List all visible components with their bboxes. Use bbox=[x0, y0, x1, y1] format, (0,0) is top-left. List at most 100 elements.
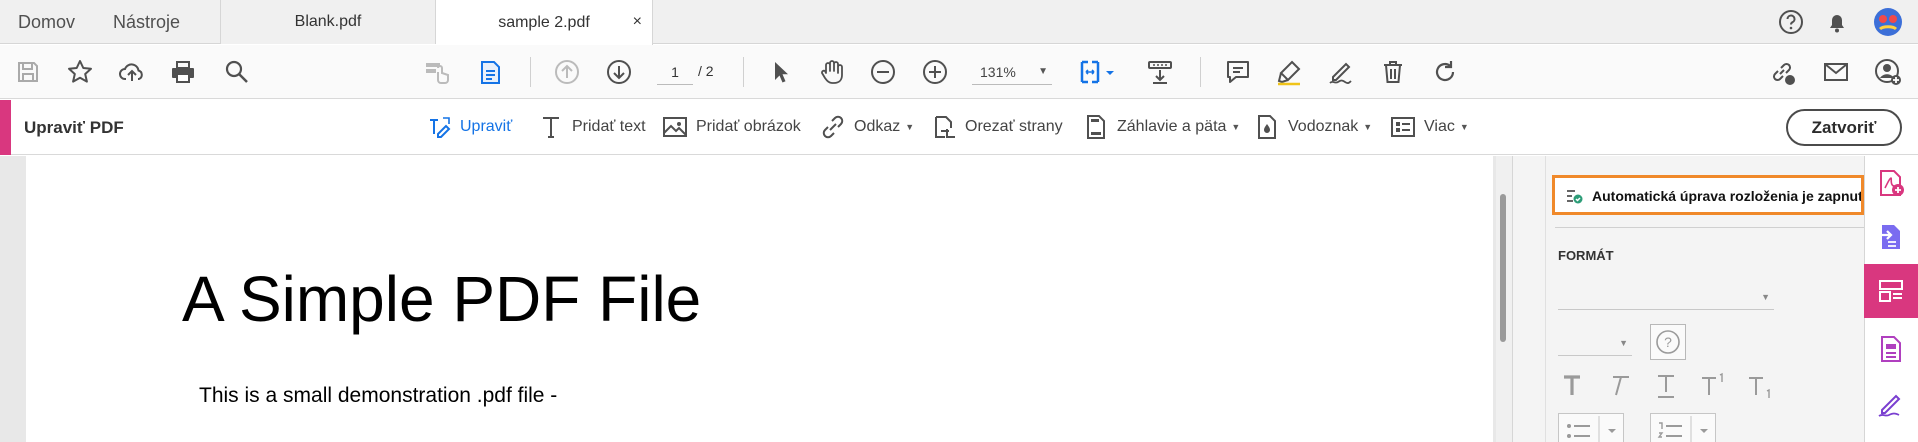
fill-sign-icon[interactable] bbox=[1864, 376, 1918, 430]
add-text-label: Pridať text bbox=[572, 118, 646, 135]
zoom-level: 131% bbox=[980, 64, 1016, 80]
numbered-list-button[interactable] bbox=[1650, 413, 1716, 442]
help-icon[interactable] bbox=[1778, 9, 1804, 40]
auto-layout-label: Automatická úprava rozloženia je zapnutá bbox=[1592, 188, 1864, 204]
format-help-button[interactable]: ? bbox=[1650, 324, 1686, 360]
fit-width-icon[interactable] bbox=[1078, 58, 1118, 86]
header-footer-button[interactable]: Záhlavie a päta ▼ bbox=[1083, 114, 1240, 140]
main-toolbar: / 2 131% ▼ bbox=[0, 45, 1918, 99]
chevron-down-icon: ▼ bbox=[1459, 122, 1469, 132]
font-family-select[interactable]: ▼ bbox=[1558, 284, 1774, 310]
select-cursor-icon[interactable] bbox=[766, 58, 794, 86]
highlight-icon[interactable] bbox=[1275, 58, 1303, 86]
document-paragraph[interactable]: This is a small demonstration .pdf file … bbox=[199, 384, 557, 408]
star-icon[interactable] bbox=[66, 58, 94, 86]
watermark-button[interactable]: Vodoznak ▼ bbox=[1254, 114, 1372, 140]
avatar[interactable] bbox=[1873, 7, 1903, 42]
edit-tool-button[interactable]: Upraviť bbox=[426, 114, 512, 140]
close-edit-button[interactable]: Zatvoriť bbox=[1786, 109, 1902, 146]
edit-tool-label: Upraviť bbox=[460, 118, 513, 135]
zoom-in-icon[interactable] bbox=[921, 58, 949, 86]
crop-pages-label: Orezať strany bbox=[965, 118, 1063, 135]
sign-icon[interactable] bbox=[1327, 58, 1355, 86]
format-heading: FORMÁT bbox=[1558, 248, 1614, 263]
rotate-icon[interactable] bbox=[1431, 58, 1459, 86]
trash-icon[interactable] bbox=[1379, 58, 1407, 86]
chevron-down-icon: ▼ bbox=[1363, 122, 1373, 132]
nav-tools[interactable]: Nástroje bbox=[113, 12, 180, 33]
toolbar-divider bbox=[743, 57, 744, 87]
previous-page-icon[interactable] bbox=[553, 58, 581, 86]
edit-pdf-bar: Upraviť PDF Upraviť Pridať text Pridať o… bbox=[0, 100, 1918, 155]
more-button[interactable]: Viac ▼ bbox=[1390, 114, 1469, 140]
toolbar-divider bbox=[530, 57, 531, 87]
add-text-button[interactable]: Pridať text bbox=[538, 114, 646, 140]
page-total: / 2 bbox=[698, 63, 714, 79]
add-image-button[interactable]: Pridať obrázok bbox=[662, 114, 801, 140]
tab-label: sample 2.pdf bbox=[498, 13, 590, 31]
scrollbar-thumb[interactable] bbox=[1500, 194, 1506, 342]
document-viewport[interactable]: A Simple PDF File This is a small demons… bbox=[0, 156, 1512, 442]
share-link-icon[interactable] bbox=[1768, 58, 1796, 86]
bell-icon[interactable] bbox=[1824, 9, 1850, 40]
vertical-scrollbar[interactable] bbox=[1496, 156, 1512, 442]
scroll-mode-icon[interactable] bbox=[1146, 58, 1174, 86]
link-button[interactable]: Odkaz ▼ bbox=[820, 114, 914, 140]
crop-pages-button[interactable]: Orezať strany bbox=[931, 114, 1063, 140]
chevron-down-icon: ▼ bbox=[1038, 66, 1048, 77]
watermark-icon bbox=[1258, 115, 1276, 139]
image-icon bbox=[663, 117, 687, 137]
zoom-out-icon[interactable] bbox=[869, 58, 897, 86]
tab-sample-2-pdf[interactable]: sample 2.pdf × bbox=[436, 0, 653, 45]
edit-pdf-icon[interactable] bbox=[1864, 264, 1918, 318]
crop-icon bbox=[935, 116, 955, 138]
add-user-icon[interactable] bbox=[1874, 58, 1902, 86]
zoom-level-dropdown[interactable]: 131% ▼ bbox=[972, 59, 1052, 85]
chevron-down-icon: ▼ bbox=[1619, 338, 1628, 348]
chevron-down-icon: ▼ bbox=[905, 122, 915, 132]
superscript-icon[interactable] bbox=[1699, 372, 1727, 400]
pdf-page[interactable]: A Simple PDF File This is a small demons… bbox=[26, 156, 1493, 442]
bold-icon[interactable] bbox=[1558, 372, 1586, 400]
underline-icon[interactable] bbox=[1652, 372, 1680, 400]
subscript-icon[interactable] bbox=[1746, 372, 1774, 400]
print-icon[interactable] bbox=[169, 58, 197, 86]
search-icon[interactable] bbox=[223, 58, 251, 86]
header-footer-label: Záhlavie a päta bbox=[1117, 118, 1227, 135]
tab-label: Blank.pdf bbox=[294, 13, 362, 30]
panel-divider bbox=[1555, 227, 1864, 228]
add-image-label: Pridať obrázok bbox=[696, 118, 801, 135]
chevron-down-icon: ▼ bbox=[1231, 122, 1241, 132]
compress-pdf-icon[interactable] bbox=[1864, 322, 1918, 376]
layout-check-icon bbox=[1567, 190, 1583, 204]
link-icon bbox=[822, 115, 844, 139]
watermark-label: Vodoznak bbox=[1288, 118, 1359, 135]
document-heading[interactable]: A Simple PDF File bbox=[182, 262, 701, 336]
chevron-down-icon: ▼ bbox=[1761, 292, 1770, 302]
header-footer-icon bbox=[1087, 115, 1105, 139]
page-number-input[interactable] bbox=[657, 59, 693, 85]
comment-icon[interactable] bbox=[1224, 58, 1252, 86]
create-pdf-icon[interactable] bbox=[1864, 156, 1918, 210]
more-icon bbox=[1391, 117, 1415, 137]
text-icon bbox=[543, 117, 559, 138]
accent-strip bbox=[0, 100, 11, 155]
touch-mode-icon[interactable] bbox=[423, 58, 451, 86]
hand-tool-icon[interactable] bbox=[818, 58, 846, 86]
edit-text-icon bbox=[430, 117, 451, 138]
email-icon[interactable] bbox=[1822, 58, 1850, 86]
cloud-upload-icon[interactable] bbox=[118, 58, 146, 86]
next-page-icon[interactable] bbox=[605, 58, 633, 86]
organize-pages-icon[interactable] bbox=[476, 58, 504, 86]
edit-pdf-title: Upraviť PDF bbox=[24, 118, 124, 137]
italic-icon[interactable] bbox=[1605, 372, 1633, 400]
save-icon[interactable] bbox=[14, 58, 42, 86]
export-pdf-icon[interactable] bbox=[1864, 210, 1918, 264]
tab-blank-pdf[interactable]: Blank.pdf bbox=[220, 0, 436, 44]
font-size-select[interactable]: ▼ bbox=[1558, 330, 1632, 356]
nav-home[interactable]: Domov bbox=[18, 12, 75, 33]
close-tab-icon[interactable]: × bbox=[633, 13, 642, 31]
toolbar-divider bbox=[1200, 57, 1201, 87]
auto-layout-toggle[interactable]: Automatická úprava rozloženia je zapnutá bbox=[1552, 175, 1864, 215]
bullet-list-button[interactable] bbox=[1558, 413, 1624, 442]
